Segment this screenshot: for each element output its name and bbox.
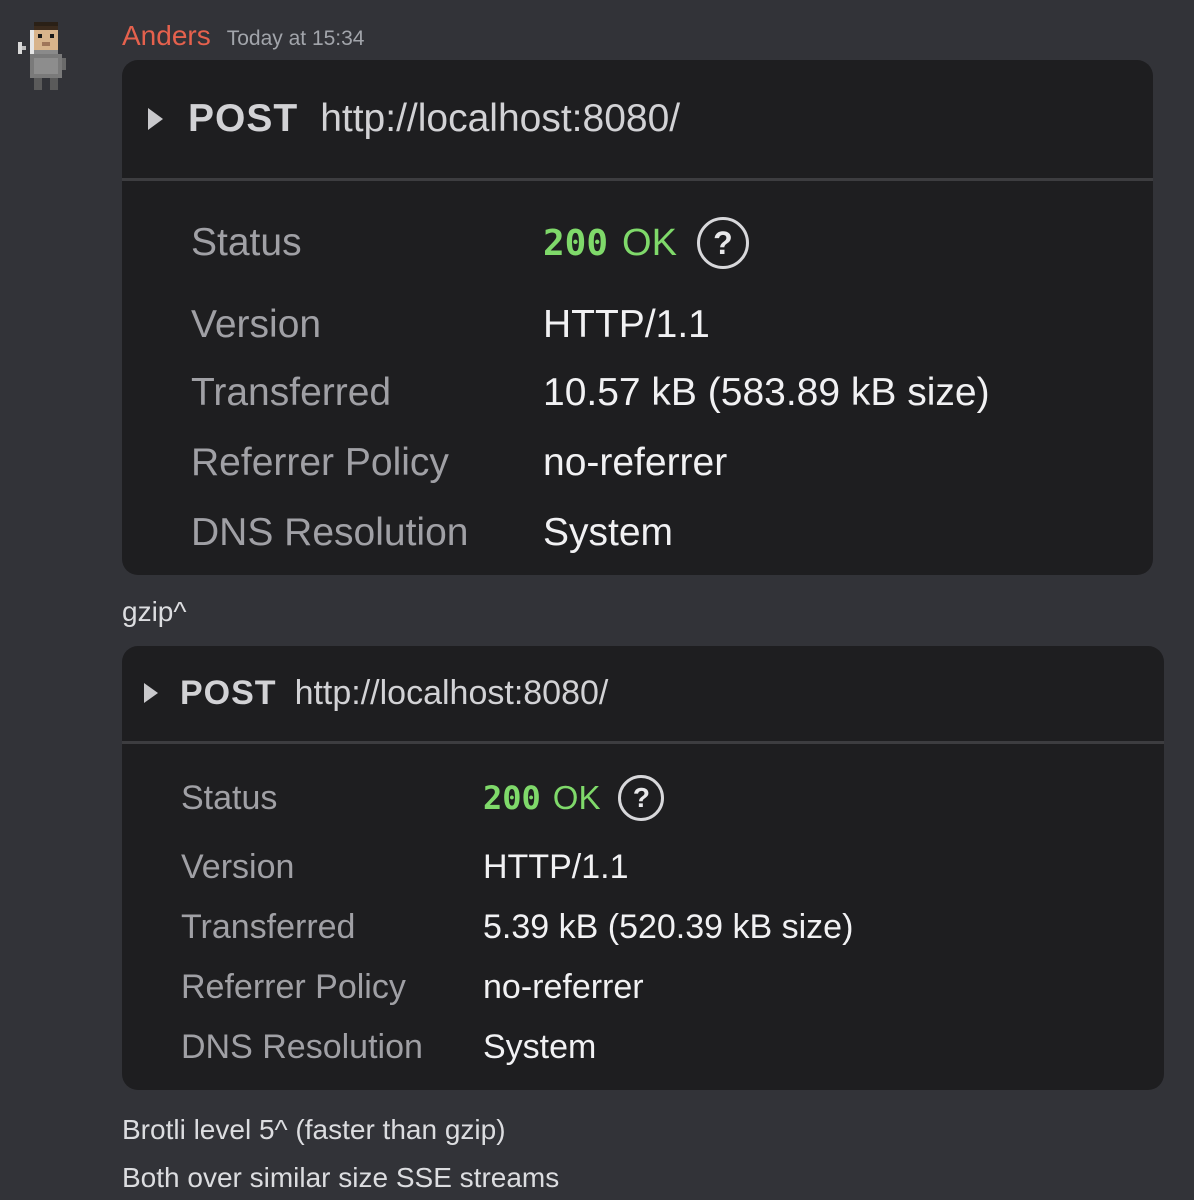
request-summary: POST http://localhost:8080/	[122, 646, 1164, 740]
divider	[122, 741, 1164, 744]
status-text: OK	[622, 221, 677, 264]
pixel-character-avatar-icon	[18, 22, 66, 90]
dns-resolution-value: System	[483, 1027, 597, 1066]
version-row: Version HTTP/1.1	[122, 837, 1164, 897]
status-value: 200 OK ?	[483, 775, 665, 821]
help-icon: ?	[696, 217, 749, 269]
referrer-policy-label: Referrer Policy	[191, 441, 449, 484]
status-row: Status 200 OK ?	[122, 768, 1164, 828]
avatar[interactable]	[18, 22, 82, 94]
transferred-row: Transferred 10.57 kB (583.89 kB size)	[122, 358, 1153, 428]
message-header: Anders Today at 15:34	[122, 18, 365, 58]
dns-resolution-label: DNS Resolution	[181, 1027, 423, 1066]
message-text-gzip: gzip^	[122, 596, 187, 627]
message-text-note: Both over similar size SSE streams	[122, 1162, 560, 1193]
status-label: Status	[191, 221, 302, 264]
dns-resolution-label: DNS Resolution	[191, 511, 469, 554]
transferred-row: Transferred 5.39 kB (520.39 kB size)	[122, 897, 1164, 957]
dns-resolution-row: DNS Resolution System	[122, 1017, 1164, 1077]
transferred-label: Transferred	[191, 371, 392, 414]
request-details-image[interactable]: POST http://localhost:8080/ Status 200 O…	[122, 646, 1164, 1090]
chat-message: Anders Today at 15:34 POST http://localh…	[0, 0, 1194, 1200]
message-text-brotli: Brotli level 5^ (faster than gzip)	[122, 1114, 506, 1145]
disclosure-triangle-icon	[148, 108, 163, 130]
referrer-policy-row: Referrer Policy no-referrer	[122, 428, 1153, 498]
referrer-policy-value: no-referrer	[543, 441, 728, 484]
status-value: 200 OK ?	[543, 217, 749, 269]
request-summary: POST http://localhost:8080/	[122, 60, 1153, 178]
http-method: POST	[188, 97, 299, 140]
status-row: Status 200 OK ?	[122, 208, 1153, 278]
http-method: POST	[180, 673, 277, 712]
status-code: 200	[483, 779, 541, 817]
transferred-value: 5.39 kB (520.39 kB size)	[483, 907, 854, 946]
referrer-policy-label: Referrer Policy	[181, 967, 406, 1006]
version-value: HTTP/1.1	[543, 303, 710, 346]
version-value: HTTP/1.1	[483, 847, 629, 886]
referrer-policy-row: Referrer Policy no-referrer	[122, 957, 1164, 1017]
status-text: OK	[552, 779, 601, 816]
message-timestamp[interactable]: Today at 15:34	[227, 27, 365, 51]
version-row: Version HTTP/1.1	[122, 290, 1153, 360]
transferred-value: 10.57 kB (583.89 kB size)	[543, 371, 990, 414]
request-details-image[interactable]: POST http://localhost:8080/ Status 200 O…	[122, 60, 1153, 575]
status-code: 200	[543, 222, 609, 264]
dns-resolution-row: DNS Resolution System	[122, 498, 1153, 568]
status-label: Status	[181, 778, 278, 817]
version-label: Version	[181, 847, 295, 886]
disclosure-triangle-icon	[144, 683, 158, 703]
dns-resolution-value: System	[543, 511, 674, 554]
version-label: Version	[191, 303, 322, 346]
help-icon: ?	[618, 775, 665, 821]
request-url: http://localhost:8080/	[320, 97, 681, 140]
transferred-label: Transferred	[181, 907, 356, 946]
referrer-policy-value: no-referrer	[483, 967, 644, 1006]
author-name[interactable]: Anders	[122, 18, 211, 54]
request-url: http://localhost:8080/	[294, 673, 609, 712]
divider	[122, 178, 1153, 181]
